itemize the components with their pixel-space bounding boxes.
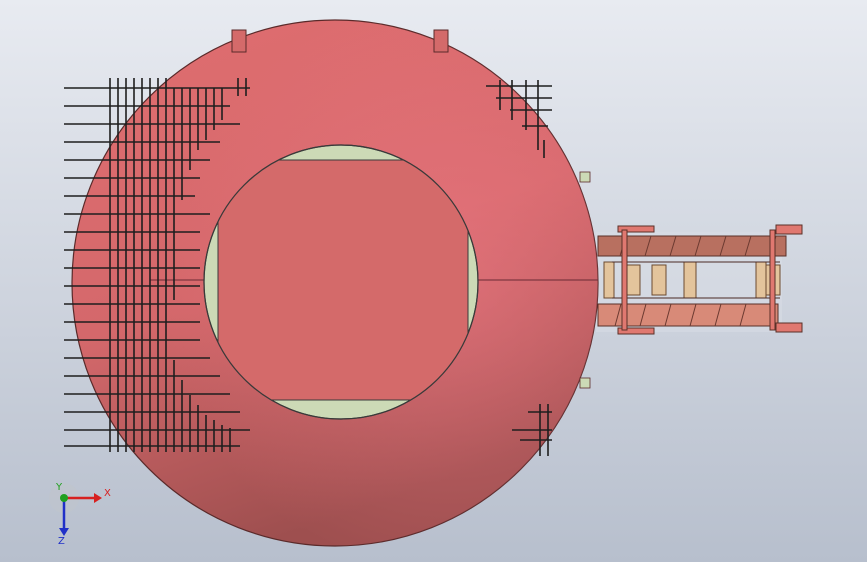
y-axis-marker: [60, 494, 68, 502]
z-axis-label: Z: [58, 536, 65, 546]
coordinate-triad: X Y Z: [49, 482, 111, 546]
inner-opening[interactable]: [203, 144, 479, 420]
conveyor-assembly: [596, 224, 803, 335]
y-axis-label: Y: [55, 482, 63, 493]
cad-viewport[interactable]: X Y Z: [0, 0, 867, 562]
ring-tab-left: [231, 29, 247, 53]
model-graphics[interactable]: [0, 0, 867, 562]
inner-square-plate[interactable]: [217, 159, 469, 401]
x-axis-label: X: [104, 488, 111, 499]
ring-tab-right: [433, 29, 449, 53]
